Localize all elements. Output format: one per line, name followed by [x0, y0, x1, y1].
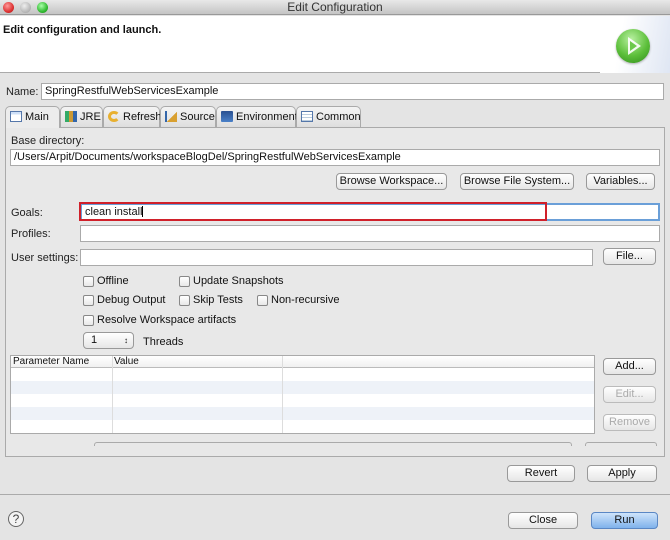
apply-button[interactable]: Apply [587, 465, 657, 482]
run-button[interactable]: Run [591, 512, 658, 529]
profiles-input[interactable] [80, 225, 660, 242]
tab-refresh[interactable]: Refresh [103, 106, 162, 127]
resolve-workspace-checkbox[interactable] [83, 315, 94, 326]
update-snapshots-label: Update Snapshots [193, 275, 284, 287]
goals-label: Goals: [11, 207, 43, 219]
debug-output-checkbox[interactable] [83, 295, 94, 306]
column-parameter-name[interactable]: Parameter Name [11, 356, 89, 368]
table-row[interactable] [11, 394, 594, 407]
remove-button[interactable]: Remove [603, 414, 656, 431]
header-title: Edit configuration and launch. [3, 24, 162, 36]
name-input[interactable]: SpringRestfulWebServicesExample [41, 83, 664, 100]
column-value[interactable]: Value [112, 356, 139, 368]
close-button[interactable]: Close [508, 512, 578, 529]
profiles-label: Profiles: [11, 228, 51, 240]
offline-label: Offline [97, 275, 129, 287]
title-bar: Edit Configuration [0, 0, 670, 15]
tab-jre[interactable]: JRE [60, 106, 103, 127]
tab-main[interactable]: Main [5, 106, 60, 128]
skip-tests-checkbox[interactable] [179, 295, 190, 306]
threads-label: Threads [143, 336, 184, 348]
table-row[interactable] [11, 368, 594, 381]
tab-common[interactable]: Common [296, 106, 361, 127]
add-button[interactable]: Add... [603, 358, 656, 375]
offline-checkbox[interactable] [83, 276, 94, 287]
file-button[interactable]: File... [603, 248, 656, 265]
jre-icon [65, 111, 77, 122]
tab-environment[interactable]: Environment [216, 106, 298, 127]
edit-button[interactable]: Edit... [603, 386, 656, 403]
minimize-window-icon[interactable] [20, 2, 31, 13]
user-settings-label: User settings: [11, 252, 79, 264]
run-play-icon [616, 29, 650, 63]
debug-output-label: Debug Output [97, 294, 166, 306]
user-settings-input[interactable] [80, 249, 593, 266]
browse-workspace-button[interactable]: Browse Workspace... [336, 173, 447, 190]
table-row[interactable] [11, 407, 594, 420]
zoom-window-icon[interactable] [37, 2, 48, 13]
variables-button[interactable]: Variables... [586, 173, 655, 190]
goals-highlight-box [79, 202, 547, 221]
base-directory-label: Base directory: [11, 135, 85, 147]
table-row[interactable] [11, 420, 594, 433]
source-icon [165, 111, 177, 122]
base-directory-input[interactable]: /Users/Arpit/Documents/workspaceBlogDel/… [10, 149, 660, 166]
skip-tests-label: Skip Tests [193, 294, 243, 306]
browse-file-system-button[interactable]: Browse File System... [460, 173, 574, 190]
environment-icon [221, 111, 233, 122]
update-snapshots-checkbox[interactable] [179, 276, 190, 287]
main-tab-icon [10, 111, 22, 122]
threads-select[interactable]: 1 ↕ [83, 332, 134, 349]
name-label: Name: [6, 86, 39, 98]
window-title: Edit Configuration [287, 0, 383, 14]
non-recursive-label: Non-recursive [271, 294, 340, 306]
horizontal-scrollbar[interactable] [94, 442, 572, 446]
help-icon[interactable]: ? [8, 511, 24, 527]
common-icon [301, 111, 313, 122]
refresh-icon [108, 111, 120, 122]
dialog-header: Edit configuration and launch. [0, 16, 670, 73]
resolve-workspace-label: Resolve Workspace artifacts [97, 314, 237, 326]
table-header: Parameter Name Value [11, 356, 594, 368]
revert-button[interactable]: Revert [507, 465, 575, 482]
close-window-icon[interactable] [3, 2, 14, 13]
tab-source[interactable]: Source [160, 106, 216, 127]
parameters-table: Parameter Name Value [10, 355, 595, 434]
non-recursive-checkbox[interactable] [257, 295, 268, 306]
table-row[interactable] [11, 381, 594, 394]
stepper-icon: ↕ [124, 336, 128, 345]
